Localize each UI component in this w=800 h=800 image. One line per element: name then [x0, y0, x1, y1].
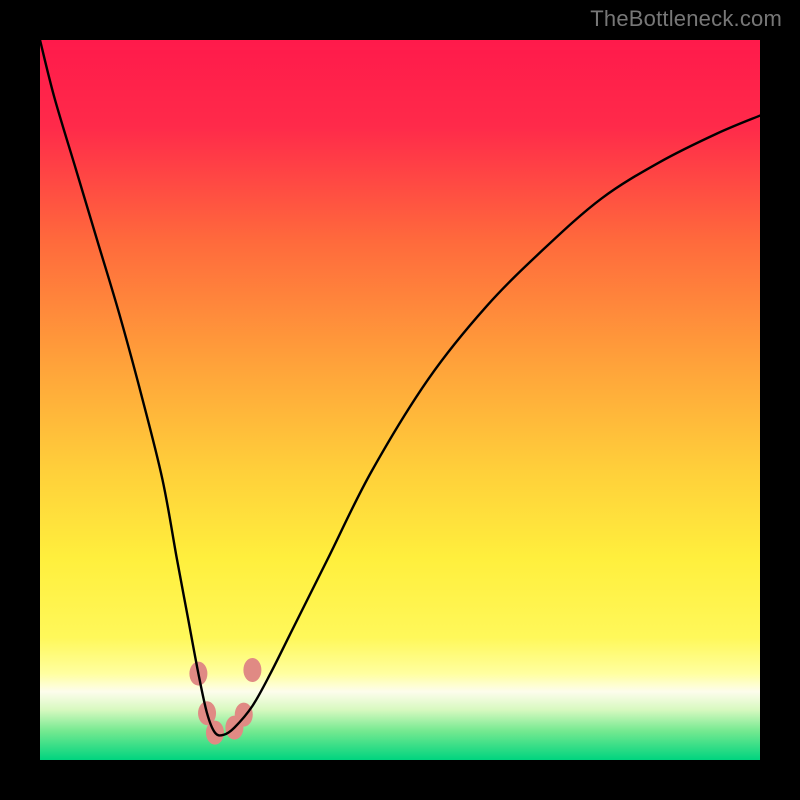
curve-layer: [40, 40, 760, 760]
watermark-text: TheBottleneck.com: [590, 6, 782, 32]
trough-marker: [243, 658, 261, 682]
bottleneck-curve: [40, 40, 760, 735]
chart-frame: TheBottleneck.com: [0, 0, 800, 800]
plot-area: [40, 40, 760, 760]
markers-group: [189, 658, 261, 745]
